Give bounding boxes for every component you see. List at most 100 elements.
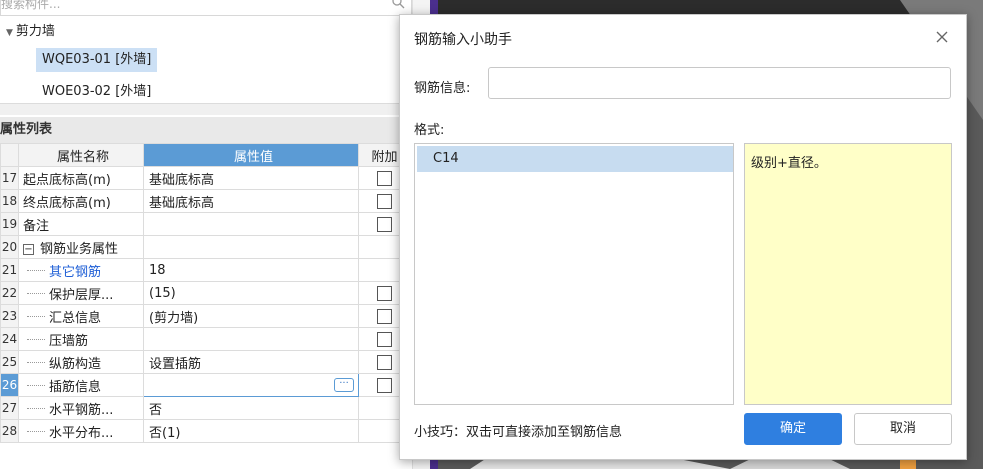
tree-node-label: 剪力墙 [15, 24, 55, 39]
format-label: 格式: [414, 123, 445, 138]
property-value: (剪力墙) [149, 310, 199, 326]
property-row[interactable]: 17 起点底标高(m) 基础底标高 [0, 166, 411, 190]
row-number: 22 [0, 281, 19, 305]
property-value-cell[interactable]: (15) [143, 281, 359, 305]
extra-checkbox[interactable] [377, 193, 392, 209]
search-placeholder: 搜索构件... [1, 0, 61, 11]
extra-checkbox[interactable] [377, 170, 392, 186]
tree-item-woe03-02[interactable]: WOE03-02 [外墙] [36, 80, 157, 104]
property-row[interactable]: 24 压墙筋 [0, 327, 411, 351]
property-name: 起点底标高(m) [23, 172, 111, 188]
property-value-cell[interactable]: 设置插筋 [143, 350, 359, 374]
format-list[interactable]: C14 [414, 143, 734, 405]
property-name: 保护层厚... [49, 287, 114, 303]
search-icon[interactable] [391, 0, 405, 9]
property-name-cell[interactable]: 终点底标高(m) [18, 189, 144, 213]
property-name: 压墙筋 [49, 333, 89, 349]
property-name-cell[interactable]: 压墙筋 [18, 327, 144, 351]
property-name-cell[interactable]: 纵筋构造 [18, 350, 144, 374]
property-value-editor[interactable]: ··· [143, 373, 359, 397]
property-table: 属性名称 属性值 附加 17 起点底标高(m) 基础底标高 18 终点底标高(m) 基础底… [0, 143, 411, 443]
property-name-cell[interactable]: 备注 [18, 212, 144, 236]
property-value: 基础底标高 [149, 195, 215, 211]
property-name-cell[interactable]: 保护层厚... [18, 281, 144, 305]
property-value-cell[interactable]: 基础底标高 [143, 166, 359, 190]
row-number: 21 [0, 258, 19, 282]
rebar-info-input[interactable] [488, 67, 951, 99]
property-name: 备注 [23, 218, 50, 234]
rebar-info-label: 钢筋信息: [414, 81, 471, 96]
extra-checkbox[interactable] [377, 331, 392, 347]
property-name: 纵筋构造 [49, 356, 102, 372]
property-value-cell[interactable]: 否 [143, 396, 359, 420]
property-name: 钢筋业务属性 [40, 241, 119, 257]
property-name-header[interactable]: 属性名称 [18, 143, 144, 167]
property-row[interactable]: 27 水平钢筋... 否 [0, 396, 411, 420]
property-row[interactable]: 25 纵筋构造 设置插筋 [0, 350, 411, 374]
row-number-header [0, 143, 19, 167]
property-value: 否 [149, 402, 163, 418]
property-value: (15) [149, 285, 176, 301]
property-value-cell[interactable]: 基础底标高 [143, 189, 359, 213]
property-row[interactable]: 23 汇总信息 (剪力墙) [0, 304, 411, 328]
property-name-cell[interactable]: 水平分布... [18, 419, 144, 443]
panel-splitter[interactable] [0, 103, 412, 115]
property-value: 18 [149, 262, 166, 278]
row-number: 26 [0, 373, 19, 397]
property-name: 汇总信息 [49, 310, 102, 326]
property-name: 插筋信息 [49, 379, 102, 395]
property-value-cell[interactable]: 否(1) [143, 419, 359, 443]
cancel-button[interactable]: 取消 [854, 413, 952, 445]
property-name-cell[interactable]: 汇总信息 [18, 304, 144, 328]
tree-item-wqe03-01[interactable]: WQE03-01 [外墙] [36, 48, 158, 72]
extra-checkbox[interactable] [377, 285, 392, 301]
row-number: 18 [0, 189, 19, 213]
property-name: 其它钢筋 [49, 264, 102, 280]
property-name: 终点底标高(m) [23, 195, 111, 211]
format-list-item[interactable]: C14 [417, 146, 733, 172]
property-row[interactable]: 18 终点底标高(m) 基础底标高 [0, 189, 411, 213]
property-row[interactable]: 26 插筋信息 ··· [0, 373, 411, 397]
property-header-row: 属性名称 属性值 附加 [0, 143, 411, 167]
rebar-input-assistant-dialog: 钢筋输入小助手 钢筋信息: 格式: C14 级别+直径。 小技巧：双击可直接添加… [399, 14, 967, 460]
property-value-cell[interactable] [143, 327, 359, 351]
format-description: 级别+直径。 [744, 143, 952, 405]
property-value-cell[interactable]: (剪力墙) [143, 304, 359, 328]
row-number: 19 [0, 212, 19, 236]
property-row[interactable]: 20− 钢筋业务属性 [0, 235, 411, 259]
property-name: 水平钢筋... [49, 402, 114, 418]
extra-checkbox[interactable] [377, 354, 392, 370]
component-search[interactable]: 搜索构件... [0, 0, 412, 16]
property-row[interactable]: 21 其它钢筋 18 [0, 258, 411, 282]
tree-node-shear-wall[interactable]: ▼ 剪力墙 [6, 22, 55, 42]
row-number: 24 [0, 327, 19, 351]
property-value-cell[interactable]: 18 [143, 258, 359, 282]
property-value-cell[interactable] [143, 212, 359, 236]
property-name-cell[interactable]: 其它钢筋 [18, 258, 144, 282]
extra-checkbox[interactable] [377, 377, 392, 393]
property-name-cell[interactable]: 起点底标高(m) [18, 166, 144, 190]
property-value-cell[interactable] [143, 235, 359, 259]
extra-checkbox[interactable] [377, 308, 392, 324]
property-value-header[interactable]: 属性值 [143, 143, 359, 167]
collapse-icon[interactable]: − [23, 243, 34, 255]
ok-button[interactable]: 确定 [744, 413, 842, 445]
property-name-cell[interactable]: 水平钢筋... [18, 396, 144, 420]
row-number: 17 [0, 166, 19, 190]
ellipsis-button[interactable]: ··· [334, 378, 354, 392]
property-name-cell[interactable]: − 钢筋业务属性 [18, 235, 144, 259]
property-name: 水平分布... [49, 425, 114, 441]
row-number: 25 [0, 350, 19, 374]
extra-checkbox[interactable] [377, 216, 392, 232]
row-number: 27 [0, 396, 19, 420]
property-name-cell[interactable]: 插筋信息 [18, 373, 144, 397]
property-row[interactable]: 19 备注 [0, 212, 411, 236]
property-row[interactable]: 22 保护层厚... (15) [0, 281, 411, 305]
property-row[interactable]: 28 水平分布... 否(1) [0, 419, 411, 443]
row-number: 23 [0, 304, 19, 328]
property-value: 否(1) [149, 425, 181, 441]
left-panel: 搜索构件... ▼ 剪力墙 WQE03-01 [外墙] WOE03-02 [外墙]… [0, 0, 430, 469]
row-number: 28 [0, 419, 19, 443]
close-icon[interactable] [934, 29, 950, 45]
expand-triangle-icon[interactable]: ▼ [6, 28, 13, 38]
